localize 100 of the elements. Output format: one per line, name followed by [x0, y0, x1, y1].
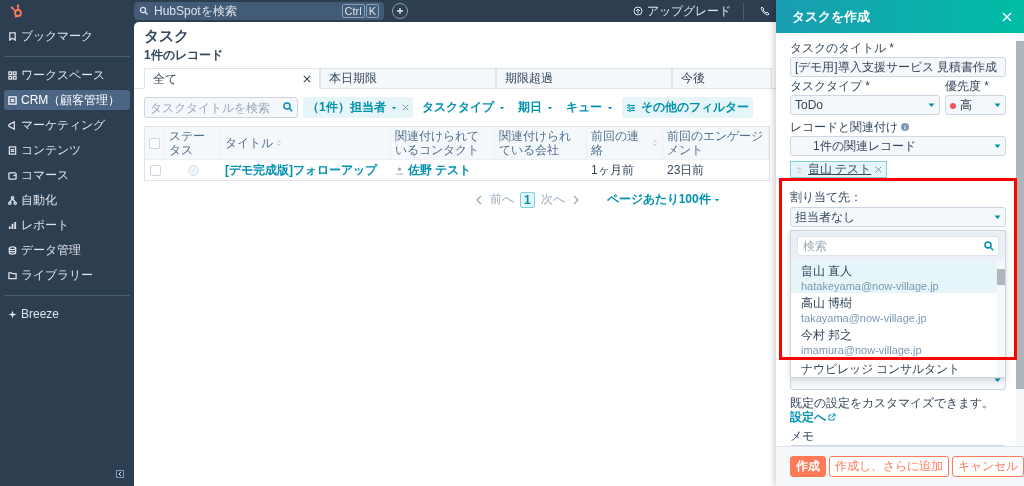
plus-icon [395, 6, 405, 16]
option-name: 今村 邦之 [801, 328, 854, 342]
column-header[interactable]: 前回の連絡 [587, 127, 663, 159]
assignee-select[interactable]: 担当者なし [790, 207, 1006, 227]
table-cell: 23日前 [667, 161, 705, 179]
network-icon [8, 195, 17, 205]
column-header[interactable]: タイトル [221, 127, 391, 159]
search-icon [139, 6, 149, 16]
caret-icon [606, 104, 613, 111]
external-link-icon[interactable] [828, 413, 836, 421]
sidebar-item[interactable]: ワークスペース [4, 65, 130, 85]
caret-icon [994, 102, 1001, 108]
sidebar-item[interactable]: マーケティング [4, 115, 130, 135]
shortcut-key: Ctrl [341, 4, 365, 18]
column-header[interactable]: ステータス [165, 127, 221, 159]
sort-icon [652, 140, 658, 146]
record-count: 1件のレコード [144, 47, 223, 64]
assignee-option[interactable]: 今村 邦之 imamura@now-village.jp [791, 325, 997, 357]
option-email: takayama@now-village.jp [801, 311, 928, 325]
assignee-option[interactable]: ナウビレッジ コンサルタント [791, 357, 997, 377]
caret-icon [498, 104, 505, 111]
panel-scrollbar[interactable] [1016, 33, 1024, 446]
record-chip[interactable]: 畠山 テスト [790, 161, 888, 178]
title-input-field[interactable]: [デモ用]導入支援サービス 見積書作成 [790, 57, 1006, 77]
sidebar-item[interactable]: ライブラリー [4, 265, 130, 285]
sidebar-item[interactable]: Breeze [4, 304, 130, 324]
bookmark-icon [8, 31, 17, 41]
wallet-icon [8, 170, 17, 180]
table-cell: 1ヶ月前 [591, 161, 634, 179]
upgrade-icon [633, 6, 643, 16]
avatar-icon [795, 165, 804, 174]
field-label: タスクタイプ * [790, 79, 871, 93]
sidebar-item[interactable]: コマース [4, 165, 130, 185]
caret-icon [390, 104, 397, 111]
settings-hint: 既定の設定をカスタマイズできます。 [790, 396, 994, 410]
search-icon[interactable] [283, 102, 293, 112]
option-name: 畠山 直人 [801, 264, 854, 278]
sidebar-item[interactable]: 自動化 [4, 190, 130, 210]
panel-title: タスクを作成 [792, 7, 870, 26]
field-label: タスクのタイトル * [790, 41, 895, 55]
priority-dot [950, 102, 956, 109]
field-label: 割り当て先： [790, 190, 863, 204]
checkbox[interactable] [149, 137, 160, 149]
filter-dropdown[interactable]: タスクタイプ [417, 97, 509, 118]
sidebar-item[interactable]: ブックマーク [4, 26, 130, 46]
filter-icon [625, 102, 636, 113]
avatar-icon [395, 165, 404, 175]
page-title: タスク [144, 27, 189, 46]
database-icon [8, 245, 17, 255]
assignee-option[interactable]: 畠山 直人 hatakeyama@now-village.jp [791, 261, 997, 293]
sort-icon [276, 140, 282, 146]
sparkle-icon [8, 309, 17, 319]
caret-icon [994, 143, 1001, 149]
chevron-left-icon[interactable] [474, 194, 484, 205]
field-label: 優先度 * [945, 79, 990, 93]
upgrade-link[interactable]: アップグレード [633, 2, 744, 20]
caret-icon [546, 104, 553, 111]
caret-icon [713, 196, 720, 203]
contact-link[interactable]: 佐野 テスト [408, 161, 472, 179]
view-tab[interactable]: 期限超過 [496, 68, 672, 88]
search-icon[interactable] [984, 241, 994, 251]
settings-link[interactable]: 設定へ [790, 410, 826, 424]
column-header[interactable]: 前回のエンゲージメント [663, 127, 769, 159]
filter-dropdown[interactable]: キュー [561, 97, 617, 118]
option-name: 高山 博樹 [801, 296, 854, 310]
view-tab[interactable]: 今後 [672, 68, 772, 88]
priority-select[interactable]: 高 [945, 95, 1006, 115]
sidebar-item[interactable]: CRM（顧客管理） [4, 90, 130, 110]
checkbox[interactable] [149, 164, 161, 176]
close-icon[interactable] [303, 75, 311, 83]
info-icon [901, 123, 909, 131]
task-search-field[interactable]: タスクタイトルを検索 [144, 97, 298, 118]
caret-icon [928, 102, 935, 108]
folder-icon [8, 270, 17, 280]
association-select[interactable]: 1件の関連レコード [790, 136, 1006, 156]
option-name: ナウビレッジ コンサルタント [801, 362, 962, 376]
column-header[interactable]: 関連付けられているコンタクト [391, 127, 495, 159]
bar-chart-icon [8, 220, 17, 230]
dropdown-search-field[interactable]: 検索 [797, 236, 999, 256]
global-search-field[interactable]: HubSpotを検索 Ctrl K [134, 2, 384, 20]
collapse-icon[interactable] [116, 470, 124, 478]
caret-icon [994, 214, 1001, 220]
task-type-select[interactable]: ToDo [790, 95, 940, 115]
sidebar-item[interactable]: データ管理 [4, 240, 130, 260]
column-header[interactable]: 関連付けられている会社 [495, 127, 587, 159]
view-tab[interactable]: 本日期限 [320, 68, 496, 88]
task-title-link[interactable]: [デモ完成版]フォローアップ [225, 161, 377, 179]
phone-icon[interactable] [760, 6, 770, 16]
sidebar-item[interactable]: レポート [4, 215, 130, 235]
sprocket-logo-icon[interactable] [10, 4, 24, 18]
assignee-option[interactable]: 高山 博樹 takayama@now-village.jp [791, 293, 997, 325]
view-tab[interactable]: 全て [144, 68, 320, 89]
per-page-dropdown[interactable]: ページあたり100件 [606, 191, 720, 208]
dropdown-scrollbar[interactable] [997, 261, 1005, 377]
option-email: imamura@now-village.jp [801, 343, 923, 357]
sidebar-item[interactable]: コンテンツ [4, 140, 130, 160]
grid-icon [8, 70, 17, 80]
field-label: レコードと関連付け [790, 120, 898, 134]
filter-dropdown[interactable]: 期日 [513, 97, 557, 118]
megaphone-icon [8, 120, 17, 130]
